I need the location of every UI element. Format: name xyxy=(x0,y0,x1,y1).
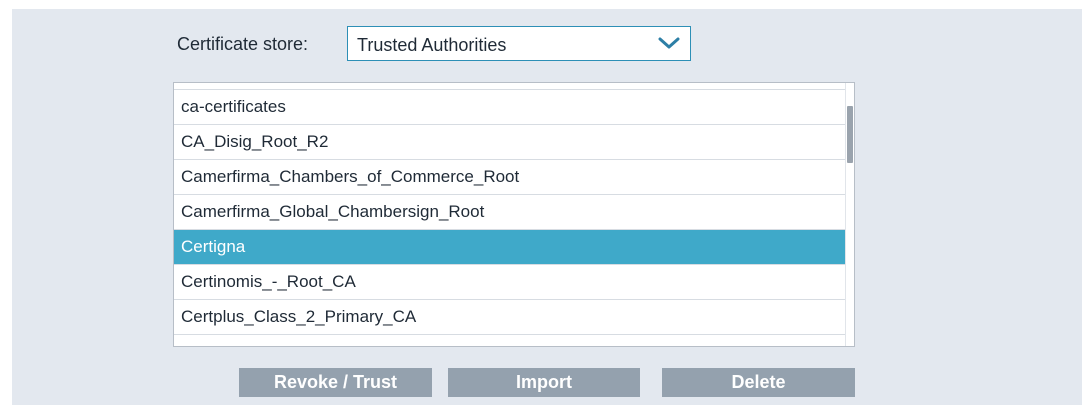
list-item-partial xyxy=(174,83,854,90)
certificate-list[interactable]: ca-certificates CA_Disig_Root_R2 Camerfi… xyxy=(173,82,855,347)
delete-button[interactable]: Delete xyxy=(662,368,855,397)
list-item[interactable]: Certplus_Class_2_Primary_CA xyxy=(174,300,848,335)
list-item-label: Camerfirma_Chambers_of_Commerce_Root xyxy=(181,167,520,186)
certificate-panel: Certificate store: Trusted Authorities c… xyxy=(12,9,1082,405)
list-item-selected[interactable]: Certigna xyxy=(174,230,848,265)
list-item-label: Camerfirma_Global_Chambersign_Root xyxy=(181,202,485,221)
list-item-label: Certinomis_-_Root_CA xyxy=(181,272,356,291)
page: Certificate store: Trusted Authorities c… xyxy=(0,0,1090,405)
chevron-down-icon xyxy=(658,37,680,49)
list-item-label: Certplus_Class_2_Primary_CA xyxy=(181,307,417,326)
certificate-store-value: Trusted Authorities xyxy=(357,35,507,55)
list-scrollbar[interactable] xyxy=(845,83,854,346)
scrollbar-thumb[interactable] xyxy=(847,106,853,163)
list-item-label: Certigna xyxy=(181,237,246,256)
list-item[interactable]: ca-certificates xyxy=(174,90,848,125)
certificate-store-label: Certificate store: xyxy=(177,34,309,54)
certificate-store-select[interactable]: Trusted Authorities xyxy=(347,26,691,61)
list-item-label: CA_Disig_Root_R2 xyxy=(181,132,329,151)
list-item[interactable]: Certinomis_-_Root_CA xyxy=(174,265,848,300)
list-item[interactable]: Camerfirma_Global_Chambersign_Root xyxy=(174,195,848,230)
import-button[interactable]: Import xyxy=(448,368,640,397)
list-item-label: ca-certificates xyxy=(181,97,286,116)
list-item[interactable]: CA_Disig_Root_R2 xyxy=(174,125,848,160)
list-item[interactable]: Camerfirma_Chambers_of_Commerce_Root xyxy=(174,160,848,195)
revoke-trust-button[interactable]: Revoke / Trust xyxy=(239,368,432,397)
